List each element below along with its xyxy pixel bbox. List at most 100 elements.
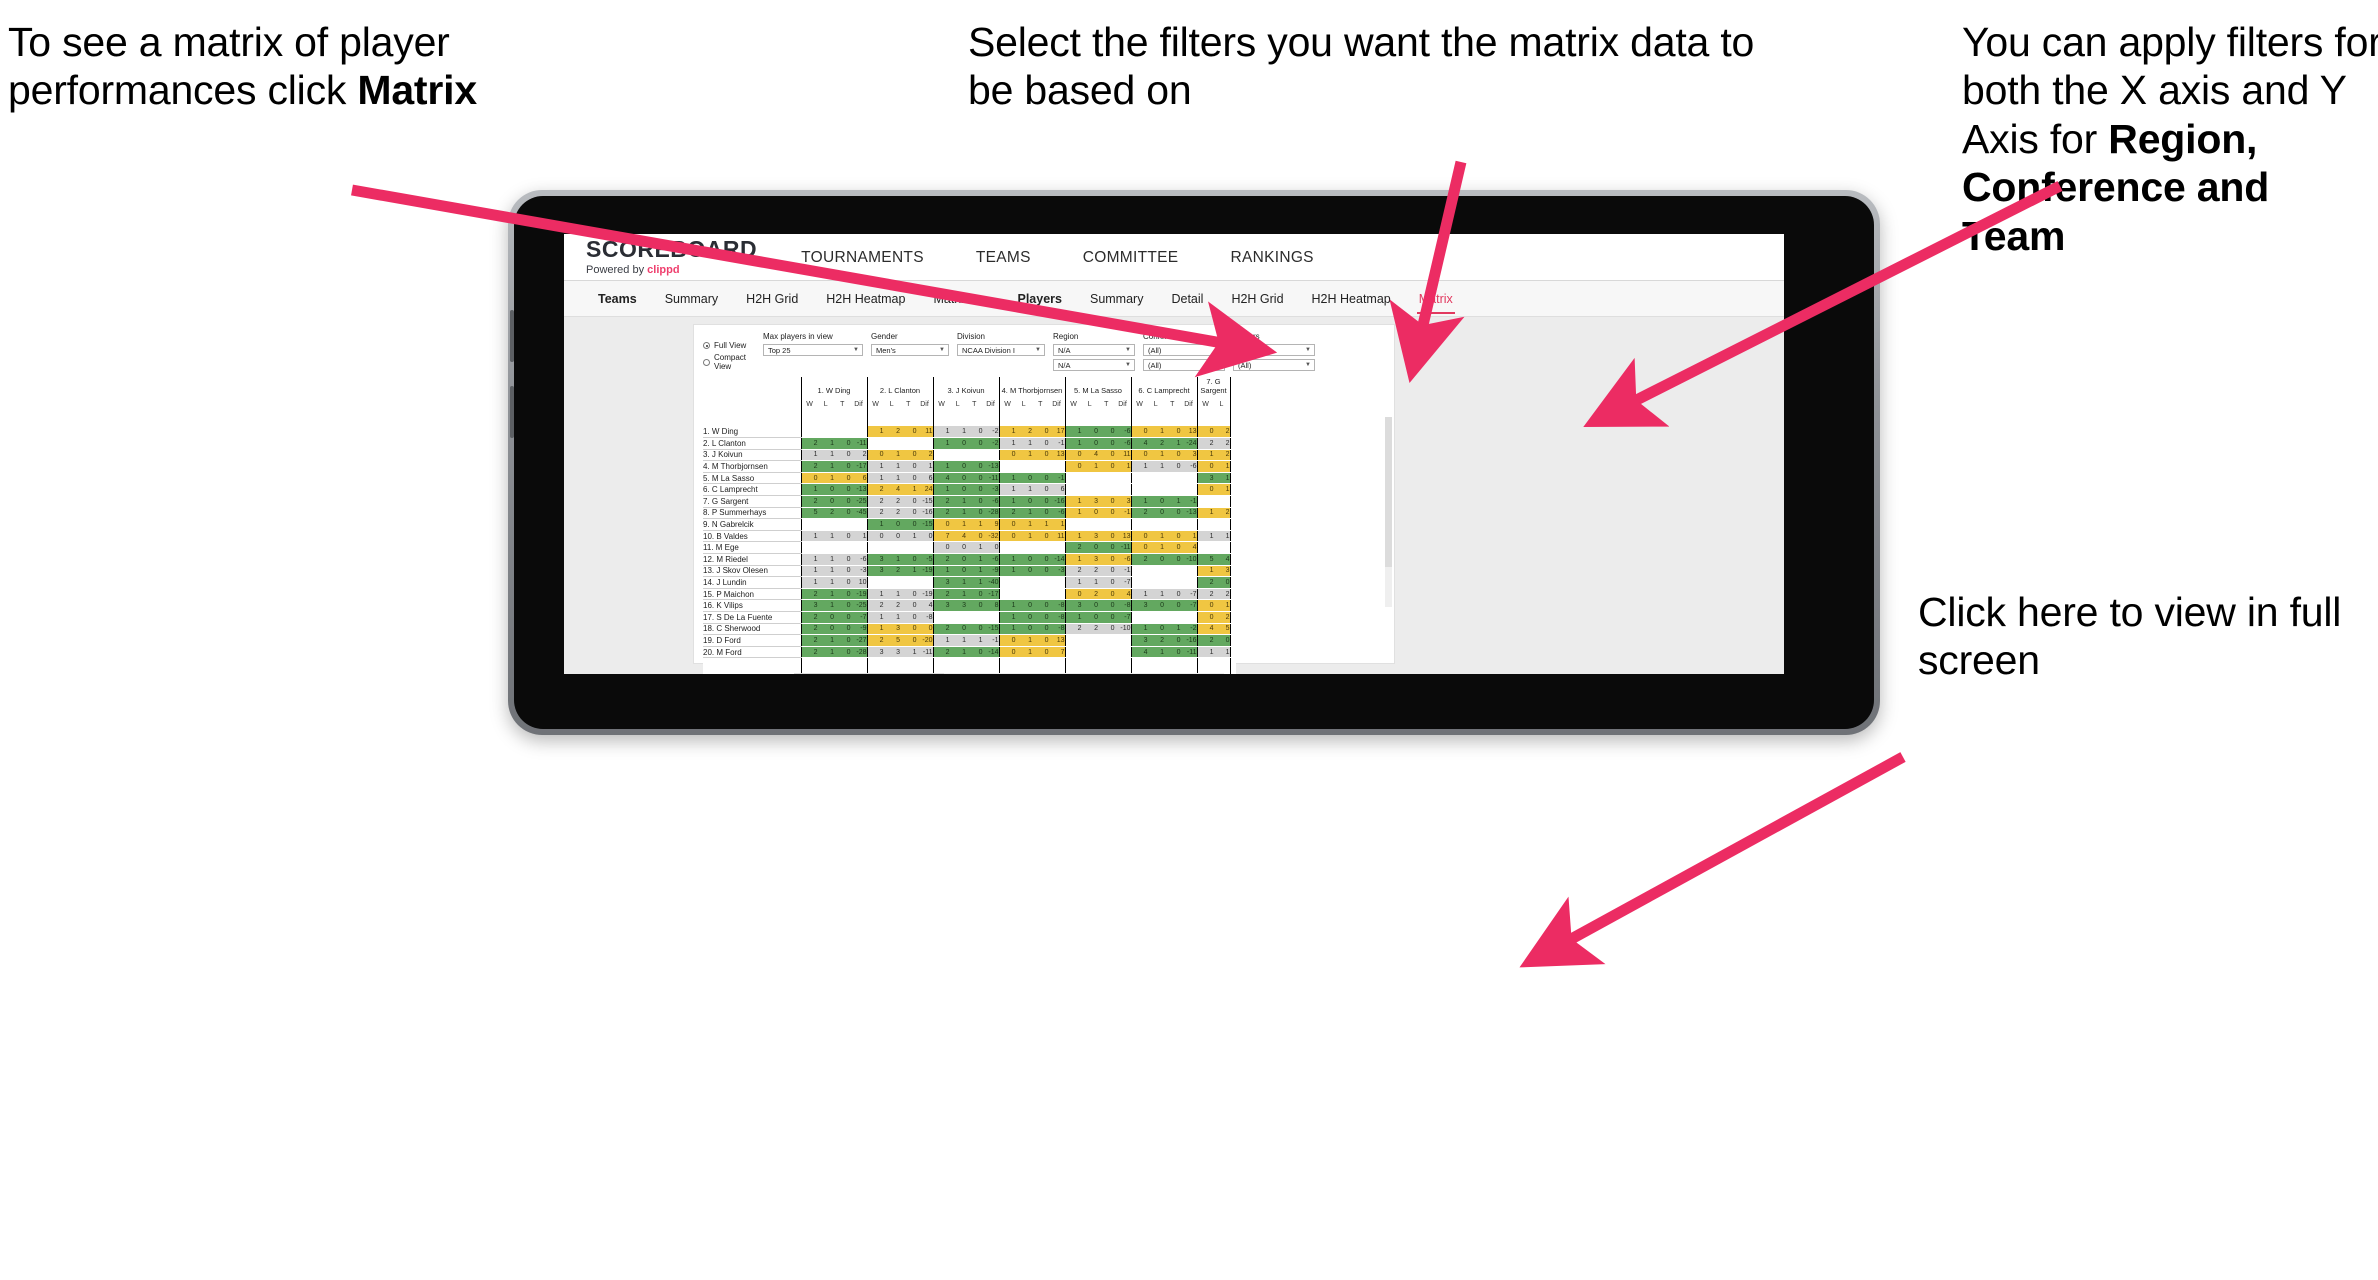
- matrix-cell[interactable]: 1: [932, 437, 950, 450]
- matrix-cell[interactable]: 5: [883, 634, 900, 647]
- matrix-cell[interactable]: 1: [966, 553, 983, 566]
- matrix-column-group-header[interactable]: 5. M La Sasso: [1064, 377, 1131, 395]
- matrix-cell[interactable]: 1: [817, 437, 834, 450]
- matrix-cell[interactable]: 1: [1196, 646, 1214, 659]
- matrix-cell[interactable]: 0: [1098, 623, 1115, 636]
- matrix-cell[interactable]: 1: [916, 460, 933, 473]
- matrix-cell[interactable]: -14: [982, 646, 999, 659]
- matrix-cell[interactable]: 2: [1081, 565, 1098, 578]
- matrix-cell[interactable]: 0: [966, 623, 983, 636]
- matrix-row[interactable]: 14. J Lundin 1 1 0 10 3 1 1 -40 1 1 0 -7 2 0: [703, 576, 1236, 589]
- matrix-cell[interactable]: 0: [949, 553, 966, 566]
- matrix-cell[interactable]: 24: [916, 483, 933, 497]
- matrix-cell[interactable]: 2: [1147, 634, 1164, 647]
- matrix-cell[interactable]: [834, 518, 851, 531]
- matrix-cell[interactable]: [1164, 472, 1181, 485]
- matrix-cell[interactable]: [1032, 541, 1049, 555]
- filter-region-y-select[interactable]: N/A ▼: [1053, 359, 1135, 371]
- matrix-cell[interactable]: 0: [883, 518, 900, 531]
- matrix-cell[interactable]: 3: [800, 599, 818, 612]
- matrix-cell[interactable]: 2: [817, 507, 834, 520]
- matrix-cell[interactable]: -1: [1114, 507, 1131, 520]
- nav-teams[interactable]: TEAMS: [950, 234, 1057, 281]
- matrix-cell[interactable]: 3: [1081, 553, 1098, 566]
- matrix-cell[interactable]: 0: [949, 483, 966, 497]
- matrix-cell[interactable]: 5: [1213, 623, 1230, 636]
- matrix-cell[interactable]: 0: [817, 611, 834, 624]
- matrix-cell[interactable]: 0: [1147, 507, 1164, 520]
- matrix-cell[interactable]: [932, 449, 950, 462]
- matrix-cell[interactable]: [1180, 483, 1197, 497]
- matrix-cell[interactable]: 0: [1164, 588, 1181, 601]
- matrix-cell[interactable]: -32: [982, 530, 999, 543]
- matrix-cell[interactable]: 0: [1098, 565, 1115, 578]
- matrix-cell[interactable]: 1: [1015, 449, 1032, 462]
- matrix-cell[interactable]: 1: [1130, 495, 1148, 508]
- matrix-cell[interactable]: 0: [1196, 611, 1214, 624]
- matrix-cell[interactable]: 0: [932, 518, 950, 531]
- matrix-row[interactable]: 5. M La Sasso 0 1 0 6 1 1 0 6 4 0 0 -11 1 0 0 -1 3 1: [703, 472, 1236, 485]
- matrix-cell[interactable]: 1: [1147, 646, 1164, 659]
- matrix-cell[interactable]: 3: [866, 553, 884, 566]
- matrix-cell[interactable]: [1114, 472, 1131, 485]
- matrix-cell[interactable]: 2: [800, 634, 818, 647]
- matrix-cell[interactable]: 0: [1032, 634, 1049, 647]
- matrix-cell[interactable]: 0: [1164, 530, 1181, 543]
- matrix-cell[interactable]: 2: [1130, 553, 1148, 566]
- matrix-cell[interactable]: 1: [817, 576, 834, 589]
- matrix-cell[interactable]: 13: [1048, 449, 1065, 462]
- matrix-cell[interactable]: 1: [1213, 483, 1230, 497]
- matrix-cell[interactable]: [998, 460, 1016, 473]
- matrix-cell[interactable]: [949, 449, 966, 462]
- matrix-row[interactable]: 7. G Sargent 2 0 0 -25 2 2 0 -15 2 1 0 -6 1 0 0 -16 1 3 0 3 1…: [703, 495, 1236, 508]
- matrix-cell[interactable]: 0: [1032, 646, 1049, 659]
- matrix-cell[interactable]: 0: [834, 449, 851, 462]
- matrix-cell[interactable]: 0: [966, 646, 983, 659]
- matrix-cell[interactable]: 2: [1213, 426, 1230, 439]
- subnav-players-h2h-grid[interactable]: H2H Grid: [1217, 281, 1297, 317]
- matrix-cell[interactable]: 0: [817, 483, 834, 497]
- matrix-cell[interactable]: 2: [866, 483, 884, 497]
- matrix-cell[interactable]: 1: [1196, 449, 1214, 462]
- matrix-cell[interactable]: 1: [1213, 646, 1230, 659]
- matrix-cell[interactable]: 1: [998, 426, 1016, 439]
- matrix-cell[interactable]: -28: [982, 507, 999, 520]
- matrix-cell[interactable]: 1: [800, 576, 818, 589]
- matrix-cell[interactable]: 1: [866, 472, 884, 485]
- matrix-cell[interactable]: -7: [850, 611, 867, 624]
- matrix-cell[interactable]: 3: [1114, 495, 1131, 508]
- matrix-cell[interactable]: -6: [1048, 507, 1065, 520]
- matrix-cell[interactable]: 1: [817, 588, 834, 601]
- matrix-cell[interactable]: 1: [1130, 588, 1148, 601]
- matrix-cell[interactable]: 1: [966, 576, 983, 589]
- matrix-row[interactable]: 12. M Riedel 1 1 0 -6 3 1 0 -5 2 0 1 -6 1 0 0 -14 1 3 0 -6 2 0…: [703, 553, 1236, 566]
- matrix-cell[interactable]: 2: [883, 495, 900, 508]
- matrix-cell[interactable]: 1: [817, 646, 834, 659]
- matrix-cell[interactable]: 0: [834, 460, 851, 473]
- matrix-cell[interactable]: 0: [1164, 646, 1181, 659]
- matrix-cell[interactable]: 1: [817, 472, 834, 485]
- matrix-cell[interactable]: 1: [1048, 518, 1065, 531]
- matrix-cell[interactable]: 5: [1196, 553, 1214, 566]
- matrix-cell[interactable]: 1: [883, 449, 900, 462]
- matrix-cell[interactable]: [1015, 576, 1032, 589]
- matrix-cell[interactable]: [800, 541, 818, 555]
- matrix-cell[interactable]: 0: [900, 449, 917, 462]
- matrix-cell[interactable]: 1: [1064, 611, 1082, 624]
- matrix-cell[interactable]: 1: [1213, 530, 1230, 543]
- matrix-cell[interactable]: 0: [1032, 495, 1049, 508]
- matrix-cell[interactable]: 0: [834, 588, 851, 601]
- matrix-cell[interactable]: 0: [834, 507, 851, 520]
- matrix-cell[interactable]: 0: [1032, 449, 1049, 462]
- matrix-cell[interactable]: 0: [966, 472, 983, 485]
- matrix-cell[interactable]: 0: [998, 646, 1016, 659]
- matrix-cell[interactable]: 0: [1098, 588, 1115, 601]
- matrix-cell[interactable]: 1: [1147, 530, 1164, 543]
- matrix-cell[interactable]: -2: [1180, 623, 1197, 636]
- matrix-cell[interactable]: 1: [949, 495, 966, 508]
- matrix-row[interactable]: 18. C Sherwood 2 0 0 -9 1 3 0 0 2 0 0 -15 1 0 0 -8 2 2 0 -10…: [703, 623, 1236, 636]
- matrix-cell[interactable]: 1: [949, 518, 966, 531]
- matrix-cell[interactable]: -11: [1180, 646, 1197, 659]
- matrix-cell[interactable]: 2: [1147, 437, 1164, 450]
- matrix-cell[interactable]: -1: [1048, 437, 1065, 450]
